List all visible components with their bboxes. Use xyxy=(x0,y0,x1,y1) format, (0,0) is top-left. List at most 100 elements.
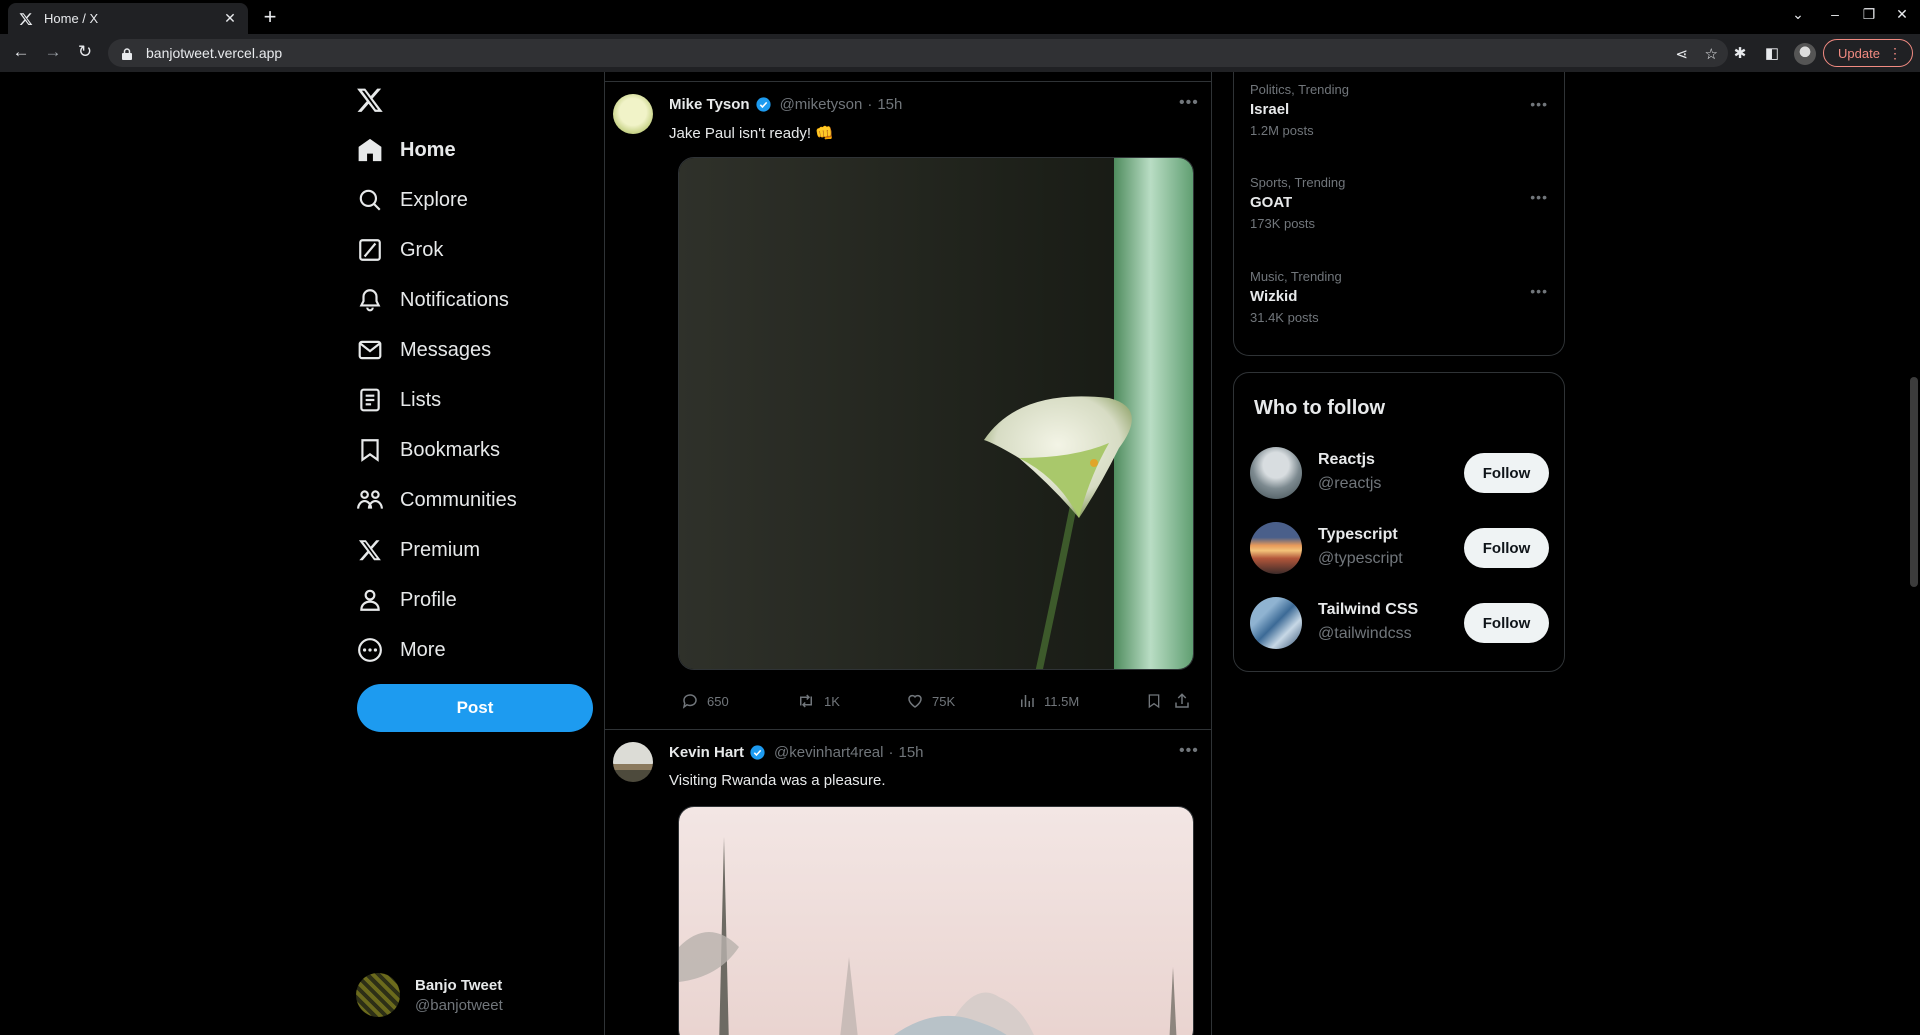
star-icon[interactable]: ☆ xyxy=(1705,45,1718,63)
verified-badge-icon xyxy=(755,97,771,112)
nav-item-messages[interactable]: Messages xyxy=(356,330,491,370)
avatar[interactable] xyxy=(613,94,653,134)
more-options-icon[interactable]: ••• xyxy=(1530,189,1548,205)
retweet-button[interactable]: 1K xyxy=(796,692,840,710)
tweet-author-handle[interactable]: @kevinhart4real xyxy=(774,744,883,761)
page-scrollbar[interactable] xyxy=(1908,72,1920,1035)
nav-item-premium[interactable]: Premium xyxy=(356,530,480,570)
tweet-article[interactable]: Mike Tyson @miketyson · 15h ••• Jake Pau… xyxy=(605,82,1211,800)
nav-item-grok[interactable]: Grok xyxy=(356,230,443,270)
nav-item-notifications[interactable]: Notifications xyxy=(356,280,509,320)
trend-count: 1.2M posts xyxy=(1250,123,1314,138)
nav-item-explore[interactable]: Explore xyxy=(356,180,468,220)
like-button[interactable]: 75K xyxy=(906,692,955,710)
nav-item-lists[interactable]: Lists xyxy=(356,380,441,420)
avatar[interactable] xyxy=(1250,597,1302,649)
tweet-author-name[interactable]: Kevin Hart xyxy=(669,744,744,761)
new-tab-button[interactable]: + xyxy=(258,6,282,30)
browser-tabstrip: Home / X ✕ + ⌄ – ❐ ✕ xyxy=(0,0,1920,34)
trend-item[interactable]: Music, Trending Wizkid 31.4K posts ••• xyxy=(1250,269,1550,325)
trend-item[interactable]: Politics, Trending Israel 1.2M posts ••• xyxy=(1250,82,1550,138)
bookmark-icon xyxy=(356,436,384,464)
views-button[interactable]: 11.5M xyxy=(1018,692,1079,710)
share-button[interactable] xyxy=(1173,692,1199,710)
separator-dot: · xyxy=(867,96,873,113)
back-icon[interactable]: ← xyxy=(6,42,36,62)
follow-suggestion[interactable]: Tailwind CSS @tailwindcss Follow xyxy=(1250,597,1550,649)
nav-item-bookmarks[interactable]: Bookmarks xyxy=(356,430,500,470)
reply-button[interactable]: 650 xyxy=(681,692,729,710)
avatar[interactable] xyxy=(1250,522,1302,574)
suggestion-handle: @tailwindcss xyxy=(1318,625,1412,642)
x-logo-icon[interactable] xyxy=(356,86,386,116)
more-options-icon[interactable]: ••• xyxy=(1530,96,1548,112)
tweet-author-name[interactable]: Mike Tyson xyxy=(669,96,750,113)
x-page: Home Explore Grok Notifications Messages xyxy=(0,72,1920,1035)
follow-button[interactable]: Follow xyxy=(1464,603,1549,643)
more-options-icon[interactable]: ••• xyxy=(1179,742,1199,760)
address-bar[interactable]: banjotweet.vercel.app ⋖ ☆ xyxy=(108,39,1728,67)
nav-item-profile[interactable]: Profile xyxy=(356,580,457,620)
tweet-article[interactable]: Kevin Hart @kevinhart4real · 15h ••• Vis… xyxy=(605,730,1211,1035)
trend-category: Sports, Trending xyxy=(1250,175,1346,190)
more-options-icon[interactable]: ••• xyxy=(1179,94,1199,112)
nav-item-more[interactable]: More xyxy=(356,630,446,670)
tab-close-icon[interactable]: ✕ xyxy=(222,10,238,27)
heart-icon xyxy=(908,694,922,708)
follow-suggestion[interactable]: Reactjs @reactjs Follow xyxy=(1250,447,1550,499)
scrollbar-thumb[interactable] xyxy=(1910,377,1918,587)
extensions-icon[interactable]: ✱ xyxy=(1730,44,1750,62)
follow-button[interactable]: Follow xyxy=(1464,453,1549,493)
post-button[interactable]: Post xyxy=(357,684,593,732)
share-icon xyxy=(1175,693,1189,708)
nav-item-communities[interactable]: Communities xyxy=(356,480,517,520)
nav-label: Communities xyxy=(400,488,517,511)
trend-name: Wizkid xyxy=(1250,288,1298,305)
follow-button[interactable]: Follow xyxy=(1464,528,1549,568)
minimize-icon[interactable]: – xyxy=(1823,6,1847,22)
share-icon[interactable]: ⋖ xyxy=(1675,45,1688,63)
nav-label: Profile xyxy=(400,588,457,611)
verified-badge-icon xyxy=(750,745,765,760)
account-switcher[interactable]: Banjo Tweet @banjotweet xyxy=(356,970,596,1020)
close-window-icon[interactable]: ✕ xyxy=(1890,6,1914,23)
trend-item[interactable]: Sports, Trending GOAT 173K posts ••• xyxy=(1250,175,1550,231)
suggestion-name[interactable]: Typescript xyxy=(1318,526,1398,544)
browser-tab-home[interactable]: Home / X ✕ xyxy=(8,3,248,34)
grok-icon xyxy=(356,236,384,264)
browser-menu-icon[interactable]: ⋮ xyxy=(1888,45,1902,62)
trend-category: Politics, Trending xyxy=(1250,82,1349,97)
restore-icon[interactable]: ❐ xyxy=(1857,6,1881,23)
search-icon xyxy=(356,186,384,214)
more-options-icon[interactable]: ••• xyxy=(1530,283,1548,299)
avatar[interactable] xyxy=(613,742,653,782)
more-circle-icon xyxy=(356,636,384,664)
update-button[interactable]: Update ⋮ xyxy=(1823,39,1913,67)
reply-icon xyxy=(682,694,697,709)
person-icon xyxy=(356,586,384,614)
account-handle: @banjotweet xyxy=(415,996,503,1014)
nav-item-home[interactable]: Home xyxy=(356,130,456,170)
tweet-image[interactable] xyxy=(678,157,1194,670)
tab-title: Home / X xyxy=(44,11,99,26)
trend-name: Israel xyxy=(1250,101,1290,118)
tweet-image[interactable] xyxy=(678,806,1194,1035)
avatar[interactable] xyxy=(1250,447,1302,499)
tweet-text: Visiting Rwanda was a pleasure. xyxy=(669,772,886,789)
bookmark-icon xyxy=(1148,694,1160,709)
side-panel-icon[interactable]: ◧ xyxy=(1762,44,1782,62)
bookmark-button[interactable] xyxy=(1146,692,1170,710)
avatar xyxy=(356,973,400,1017)
tweet-author-handle[interactable]: @miketyson xyxy=(780,96,863,113)
forward-icon[interactable]: → xyxy=(38,42,68,62)
tab-search-chevron-icon[interactable]: ⌄ xyxy=(1786,6,1810,23)
follow-suggestion[interactable]: Typescript @typescript Follow xyxy=(1250,522,1550,574)
tweet-timestamp[interactable]: 15h xyxy=(877,96,902,113)
profile-avatar-icon[interactable] xyxy=(1794,43,1816,65)
reload-icon[interactable]: ↻ xyxy=(70,42,100,62)
nav-label: Explore xyxy=(400,188,468,211)
suggestion-name[interactable]: Reactjs xyxy=(1318,451,1375,469)
suggestion-name[interactable]: Tailwind CSS xyxy=(1318,601,1418,619)
tweet-timestamp[interactable]: 15h xyxy=(898,744,923,761)
trend-count: 173K posts xyxy=(1250,216,1316,231)
